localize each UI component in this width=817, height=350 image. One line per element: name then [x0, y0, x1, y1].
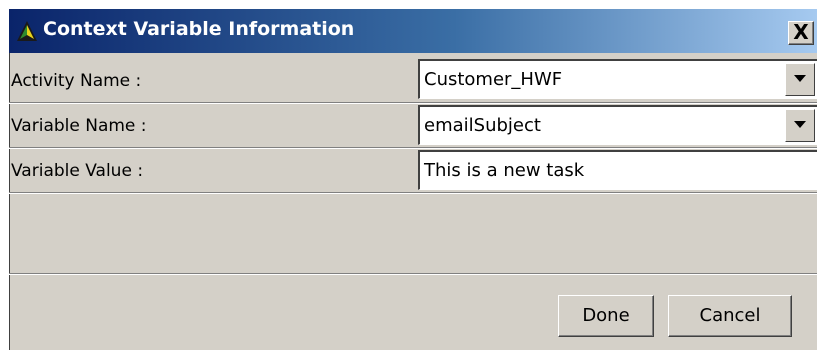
row-divider [9, 192, 817, 194]
variable-name-dropdown-button[interactable] [785, 109, 815, 142]
chevron-down-icon [794, 121, 806, 128]
variable-name-combobox[interactable]: emailSubject [418, 105, 817, 145]
close-button[interactable]: X [788, 21, 814, 45]
variable-name-value: emailSubject [424, 115, 541, 136]
activity-name-combobox[interactable]: Customer_HWF [418, 59, 817, 99]
activity-name-dropdown-button[interactable] [785, 63, 815, 96]
window-title: Context Variable Information [43, 18, 355, 40]
row-divider [9, 102, 817, 104]
close-icon: X [793, 20, 809, 44]
variable-name-label: Variable Name : [11, 116, 147, 136]
cancel-button[interactable]: Cancel [668, 295, 792, 337]
app-logo-icon [17, 21, 37, 41]
variable-value-text: This is a new task [424, 160, 585, 181]
variable-value-input[interactable]: This is a new task [418, 150, 817, 190]
title-bar[interactable]: Context Variable Information X [9, 9, 817, 53]
activity-name-value: Customer_HWF [424, 69, 563, 90]
context-variable-dialog: Context Variable Information X Activity … [8, 8, 817, 350]
chevron-down-icon [794, 75, 806, 82]
activity-name-label: Activity Name : [11, 71, 142, 91]
row-divider [9, 147, 817, 149]
variable-value-label: Variable Value : [11, 161, 144, 181]
done-button[interactable]: Done [558, 295, 654, 337]
